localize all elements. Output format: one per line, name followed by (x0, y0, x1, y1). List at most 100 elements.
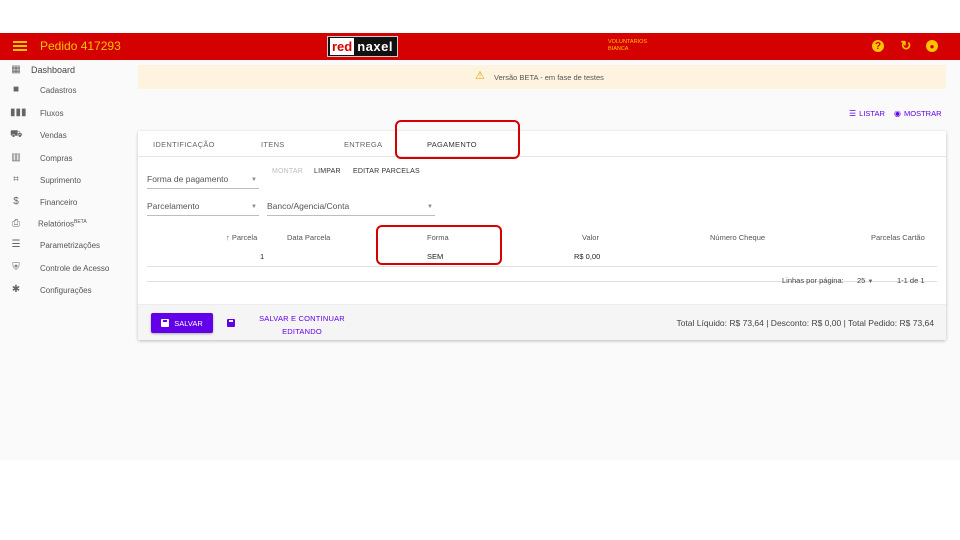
menu-icon[interactable] (13, 39, 27, 53)
sidebar-item-label: Fluxos (40, 108, 64, 118)
cell-parcela: 1 (260, 252, 265, 261)
mostrar-button[interactable]: ◉ MOSTRAR (894, 109, 941, 118)
save-continue-button[interactable]: SALVAR E CONTINUAR EDITANDO (248, 312, 356, 338)
page-title: Pedido 417293 (40, 39, 121, 53)
warning-icon: ⚠ (475, 70, 485, 82)
beta-badge: BETA (74, 219, 87, 226)
montar-button[interactable]: MONTAR (272, 168, 303, 175)
save-icon[interactable] (227, 319, 235, 327)
refresh-icon[interactable]: ↻ (900, 38, 912, 53)
order-card: IDENTIFICAÇÃO ITENS ENTREGA PAGAMENTO Fo… (138, 120, 946, 340)
sidebar-item-label: Dashboard (31, 65, 76, 75)
highlight-box-tab (395, 120, 520, 159)
table-row-divider (147, 266, 937, 267)
logo-red-text: red (330, 38, 355, 55)
cart-icon: ⛟ (10, 129, 23, 140)
brand-logo: red naxel (327, 36, 398, 57)
listar-button[interactable]: ☰ LISTAR (849, 109, 885, 118)
col-header-valor[interactable]: Valor (582, 233, 599, 242)
forma-pagamento-select[interactable]: Forma de pagamento ▼ (147, 174, 259, 189)
tab-bar: IDENTIFICAÇÃO ITENS ENTREGA PAGAMENTO (138, 131, 946, 157)
user-name: BIANCA (608, 46, 629, 52)
building-icon: ▥ (11, 152, 21, 163)
help-circle-icon[interactable]: ? (872, 40, 884, 52)
rows-per-page-label: Linhas por página: (782, 276, 844, 285)
listar-label: LISTAR (859, 109, 885, 118)
banco-label: Banco/Agencia/Conta (267, 201, 350, 211)
shield-icon: ⛨ (12, 262, 20, 273)
sidebar-item-label: Controle de Acesso (40, 263, 110, 273)
sidebar-item-financeiro[interactable]: $ Financeiro (0, 191, 130, 213)
dollar-icon: $ (13, 196, 19, 207)
banco-agencia-conta-select[interactable]: Banco/Agencia/Conta ▼ (267, 201, 435, 216)
pagination-range: 1-1 de 1 (897, 276, 925, 285)
sidebar-item-controle-acesso[interactable]: ⛨ Controle de Acesso (0, 257, 130, 279)
beta-banner: ⚠ Versão BETA - em fase de testes (138, 65, 946, 89)
account-circle-icon[interactable]: ● (926, 40, 938, 52)
dashboard-icon: ▦ (11, 64, 21, 75)
rows-per-page-select[interactable]: 25 ▼ (857, 276, 873, 285)
sidebar-item-label: Cadastros (40, 85, 77, 95)
logo-naxel-text: naxel (357, 39, 393, 54)
sidebar-item-relatorios[interactable]: ⎙ RelatóriosBETA (0, 213, 130, 235)
tab-itens[interactable]: ITENS (261, 140, 285, 149)
parcelamento-select[interactable]: Parcelamento ▼ (147, 201, 259, 216)
chevron-down-icon: ▼ (427, 204, 433, 210)
tab-identificacao[interactable]: IDENTIFICAÇÃO (153, 140, 215, 149)
sliders-icon: ☰ (11, 239, 21, 250)
highlight-box-forma (376, 225, 502, 265)
sidebar-item-parametrizacoes[interactable]: ☰ Parametrizações (0, 234, 130, 256)
sidebar-item-label: Financeiro (40, 197, 78, 207)
sidebar-item-cadastros[interactable]: ■ Cadastros (0, 79, 130, 101)
columns-icon: ▮▮▮ (10, 107, 27, 118)
card-footer: SALVAR SALVAR E CONTINUAR EDITANDO Total… (138, 304, 946, 340)
cell-valor: R$ 0,00 (574, 252, 601, 261)
col-parcela-label: Parcela (231, 233, 258, 242)
expand-icon: ⌗ (13, 174, 19, 185)
mostrar-label: MOSTRAR (903, 109, 942, 118)
chevron-down-icon: ▼ (867, 279, 874, 285)
sidebar-item-label: Vendas (40, 130, 67, 140)
sidebar-item-fluxos[interactable]: ▮▮▮ Fluxos (0, 102, 130, 124)
chevron-down-icon: ▼ (251, 204, 257, 210)
rows-per-page-value: 25 (857, 276, 866, 285)
sidebar-item-label: Parametrizações (40, 240, 101, 250)
gear-icon: ✱ (11, 284, 21, 295)
save-button[interactable]: SALVAR (151, 313, 213, 333)
parcelamento-label: Parcelamento (147, 201, 200, 211)
folder-icon: ■ (12, 84, 20, 95)
top-app-bar: Pedido 417293 red naxel VOLUNTARIOS BIAN… (0, 33, 960, 60)
col-header-numero-cheque[interactable]: Número Cheque (710, 233, 765, 242)
app-window: Pedido 417293 red naxel VOLUNTARIOS BIAN… (0, 33, 960, 460)
user-info: VOLUNTARIOS BIANCA (608, 39, 647, 53)
col-header-data-parcela[interactable]: Data Parcela (287, 233, 330, 242)
col-header-parcelas-cartao[interactable]: Parcelas Cartão (871, 233, 925, 242)
screen: Pedido 417293 red naxel VOLUNTARIOS BIAN… (0, 0, 960, 540)
sidebar-item-label: Compras (40, 153, 73, 163)
save-continue-line2: EDITANDO (282, 327, 322, 336)
save-continue-line1: SALVAR E CONTINUAR (259, 314, 345, 323)
relatorios-text: Relatórios (38, 219, 75, 229)
forma-pagamento-label: Forma de pagamento (147, 174, 229, 184)
sidebar-item-label: RelatóriosBETA (38, 219, 87, 229)
editar-parcelas-button[interactable]: EDITAR PARCELAS (353, 168, 420, 175)
col-header-parcela[interactable]: ↑ Parcela (226, 233, 257, 242)
printer-icon: ⎙ (12, 218, 20, 229)
sidebar-item-configuracoes[interactable]: ✱ Configurações (0, 279, 130, 301)
order-totals: Total Líquido: R$ 73,64 | Desconto: R$ 0… (676, 318, 934, 328)
sidebar-item-dashboard[interactable]: ▦ Dashboard (0, 59, 130, 81)
sidebar-item-compras[interactable]: ▥ Compras (0, 147, 130, 169)
tab-entrega[interactable]: ENTREGA (344, 140, 382, 149)
limpar-button[interactable]: LIMPAR (314, 168, 341, 175)
user-company: VOLUNTARIOS (608, 39, 648, 45)
save-icon (161, 319, 170, 327)
list-icon: ☰ (849, 109, 857, 118)
beta-banner-text: Versão BETA - em fase de testes (494, 73, 604, 82)
sidebar-item-label: Configurações (40, 285, 92, 295)
save-label: SALVAR (174, 318, 203, 328)
sidebar-item-vendas[interactable]: ⛟ Vendas (0, 124, 130, 146)
chevron-down-icon: ▼ (251, 177, 257, 183)
sidebar-item-suprimento[interactable]: ⌗ Suprimento (0, 169, 130, 191)
sidebar: ▦ Dashboard ■ Cadastros ▮▮▮ Fluxos ⛟ Ven… (0, 60, 130, 460)
sidebar-item-label: Suprimento (40, 175, 81, 185)
